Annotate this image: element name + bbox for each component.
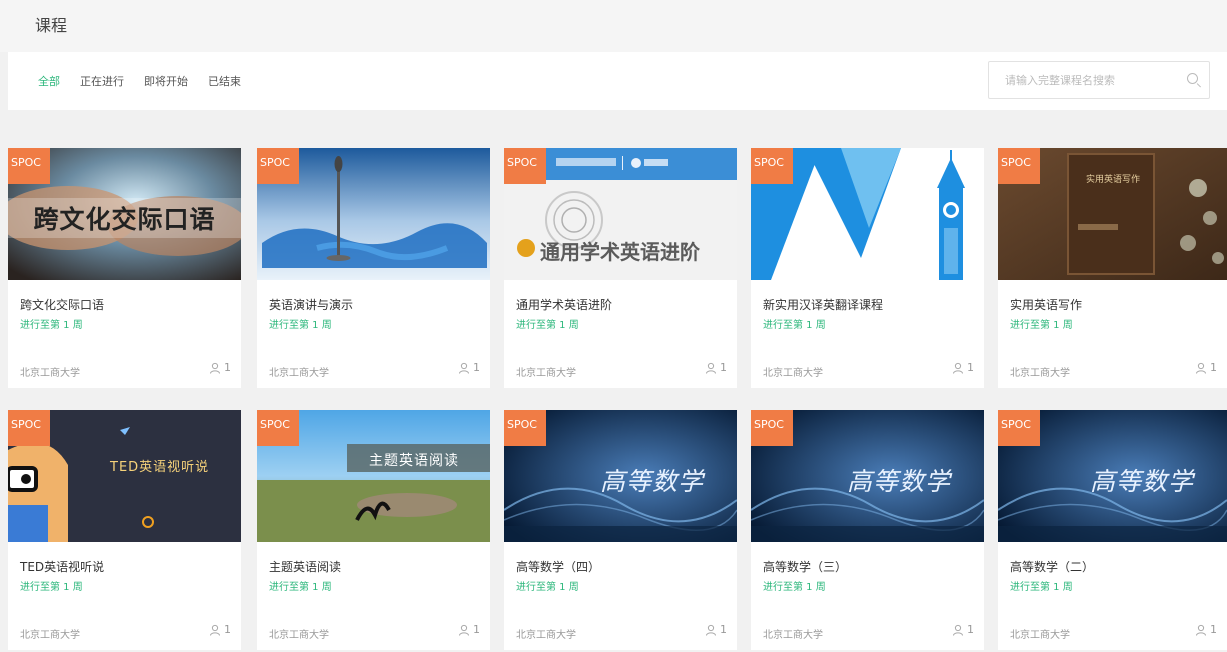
student-count: 1 <box>458 361 480 374</box>
cover-title: 跨文化交际口语 <box>33 205 216 234</box>
course-name[interactable]: 高等数学（三） <box>763 558 847 575</box>
student-count-value: 1 <box>473 361 480 374</box>
spoc-badge: SPOC <box>998 148 1040 184</box>
user-icon <box>459 624 469 636</box>
course-card[interactable]: 高等数学 SPOC 高等数学（二） 进行至第 1 周 北京工商大学 1 <box>998 410 1227 650</box>
spoc-badge: SPOC <box>257 410 299 446</box>
student-count: 1 <box>952 623 974 636</box>
spoc-badge: SPOC <box>998 410 1040 446</box>
school-name: 北京工商大学 <box>1010 368 1070 379</box>
filter-bar: 全部 正在进行 即将开始 已结束 <box>8 52 1227 110</box>
course-card[interactable]: SPOC 新实用汉译英翻译课程 进行至第 1 周 北京工商大学 1 <box>751 148 984 388</box>
user-icon <box>210 362 220 374</box>
course-name[interactable]: 高等数学（二） <box>1010 558 1094 575</box>
course-name[interactable]: 跨文化交际口语 <box>20 296 104 313</box>
school-name: 北京工商大学 <box>269 630 329 641</box>
spoc-badge: SPOC <box>751 410 793 446</box>
page-title: 课程 <box>35 16 68 35</box>
course-card[interactable]: SPOC 英语演讲与演示 进行至第 1 周 北京工商大学 1 <box>257 148 490 388</box>
course-card[interactable]: TED英语视听说 SPOC TED英语视听说 进行至第 1 周 北京工商大学 1 <box>8 410 241 650</box>
course-progress: 进行至第 1 周 <box>20 582 83 593</box>
spoc-badge: SPOC <box>751 148 793 184</box>
student-count-value: 1 <box>1210 623 1217 636</box>
student-count-value: 1 <box>720 361 727 374</box>
student-count-value: 1 <box>720 623 727 636</box>
course-progress: 进行至第 1 周 <box>269 582 332 593</box>
spoc-badge: SPOC <box>504 410 546 446</box>
cover-title: 高等数学 <box>1090 467 1195 496</box>
tab-upcoming[interactable]: 即将开始 <box>144 73 188 89</box>
cover-title: TED英语视听说 <box>110 460 210 475</box>
school-name: 北京工商大学 <box>269 368 329 379</box>
course-progress: 进行至第 1 周 <box>516 582 579 593</box>
course-name[interactable]: 实用英语写作 <box>1010 296 1082 313</box>
course-card[interactable]: 高等数学 SPOC 高等数学（四） 进行至第 1 周 北京工商大学 1 <box>504 410 737 650</box>
student-count-value: 1 <box>1210 361 1217 374</box>
page-header: 课程 <box>0 0 1227 52</box>
course-progress: 进行至第 1 周 <box>763 582 826 593</box>
course-progress: 进行至第 1 周 <box>516 320 579 331</box>
cover-title: 高等数学 <box>847 467 952 496</box>
user-icon <box>210 624 220 636</box>
user-icon <box>706 624 716 636</box>
course-name[interactable]: 通用学术英语进阶 <box>516 296 612 313</box>
user-icon <box>459 362 469 374</box>
user-icon <box>706 362 716 374</box>
school-name: 北京工商大学 <box>763 630 823 641</box>
tab-ended[interactable]: 已结束 <box>208 73 241 89</box>
tab-in-progress[interactable]: 正在进行 <box>80 73 124 89</box>
school-name: 北京工商大学 <box>516 630 576 641</box>
course-name[interactable]: 英语演讲与演示 <box>269 296 353 313</box>
student-count: 1 <box>705 361 727 374</box>
student-count: 1 <box>1195 361 1217 374</box>
course-name[interactable]: 高等数学（四） <box>516 558 600 575</box>
course-name[interactable]: 主题英语阅读 <box>269 558 341 575</box>
spoc-badge: SPOC <box>8 410 50 446</box>
spoc-badge: SPOC <box>504 148 546 184</box>
school-name: 北京工商大学 <box>20 368 80 379</box>
student-count: 1 <box>209 623 231 636</box>
cover-title: 实用英语写作 <box>1086 175 1141 185</box>
course-progress: 进行至第 1 周 <box>269 320 332 331</box>
user-icon <box>1196 624 1206 636</box>
student-count-value: 1 <box>967 623 974 636</box>
tab-all[interactable]: 全部 <box>38 73 60 89</box>
course-card[interactable]: 实用英语写作 SPOC 实用英语写作 进行至第 1 周 北京工商大学 1 <box>998 148 1227 388</box>
course-card[interactable]: 跨文化交际口语 SPOC 跨文化交际口语 进行至第 1 周 北京工商大学 1 <box>8 148 241 388</box>
course-card[interactable]: 通用学术英语进阶 SPOC 通用学术英语进阶 进行至第 1 周 北京工商大学 1 <box>504 148 737 388</box>
school-name: 北京工商大学 <box>20 630 80 641</box>
student-count: 1 <box>458 623 480 636</box>
user-icon <box>953 362 963 374</box>
course-card[interactable]: 主题英语阅读 SPOC 主题英语阅读 进行至第 1 周 北京工商大学 1 <box>257 410 490 650</box>
search-box <box>988 61 1210 99</box>
student-count-value: 1 <box>473 623 480 636</box>
school-name: 北京工商大学 <box>1010 630 1070 641</box>
spoc-badge: SPOC <box>257 148 299 184</box>
student-count-value: 1 <box>224 361 231 374</box>
status-tabs: 全部 正在进行 即将开始 已结束 <box>38 73 241 89</box>
school-name: 北京工商大学 <box>763 368 823 379</box>
course-progress: 进行至第 1 周 <box>20 320 83 331</box>
user-icon <box>1196 362 1206 374</box>
user-icon <box>953 624 963 636</box>
course-progress: 进行至第 1 周 <box>763 320 826 331</box>
student-count: 1 <box>209 361 231 374</box>
spoc-badge: SPOC <box>8 148 50 184</box>
cover-title: 通用学术英语进阶 <box>540 240 700 264</box>
course-name[interactable]: 新实用汉译英翻译课程 <box>763 296 883 313</box>
cover-title: 高等数学 <box>600 467 705 496</box>
student-count: 1 <box>705 623 727 636</box>
school-name: 北京工商大学 <box>516 368 576 379</box>
student-count: 1 <box>952 361 974 374</box>
student-count-value: 1 <box>224 623 231 636</box>
search-input[interactable] <box>1003 72 1179 88</box>
cover-title: 主题英语阅读 <box>369 453 459 469</box>
search-icon[interactable] <box>1179 62 1209 98</box>
course-progress: 进行至第 1 周 <box>1010 582 1073 593</box>
course-name[interactable]: TED英语视听说 <box>20 558 104 575</box>
course-card[interactable]: 高等数学 SPOC 高等数学（三） 进行至第 1 周 北京工商大学 1 <box>751 410 984 650</box>
student-count-value: 1 <box>967 361 974 374</box>
student-count: 1 <box>1195 623 1217 636</box>
course-progress: 进行至第 1 周 <box>1010 320 1073 331</box>
